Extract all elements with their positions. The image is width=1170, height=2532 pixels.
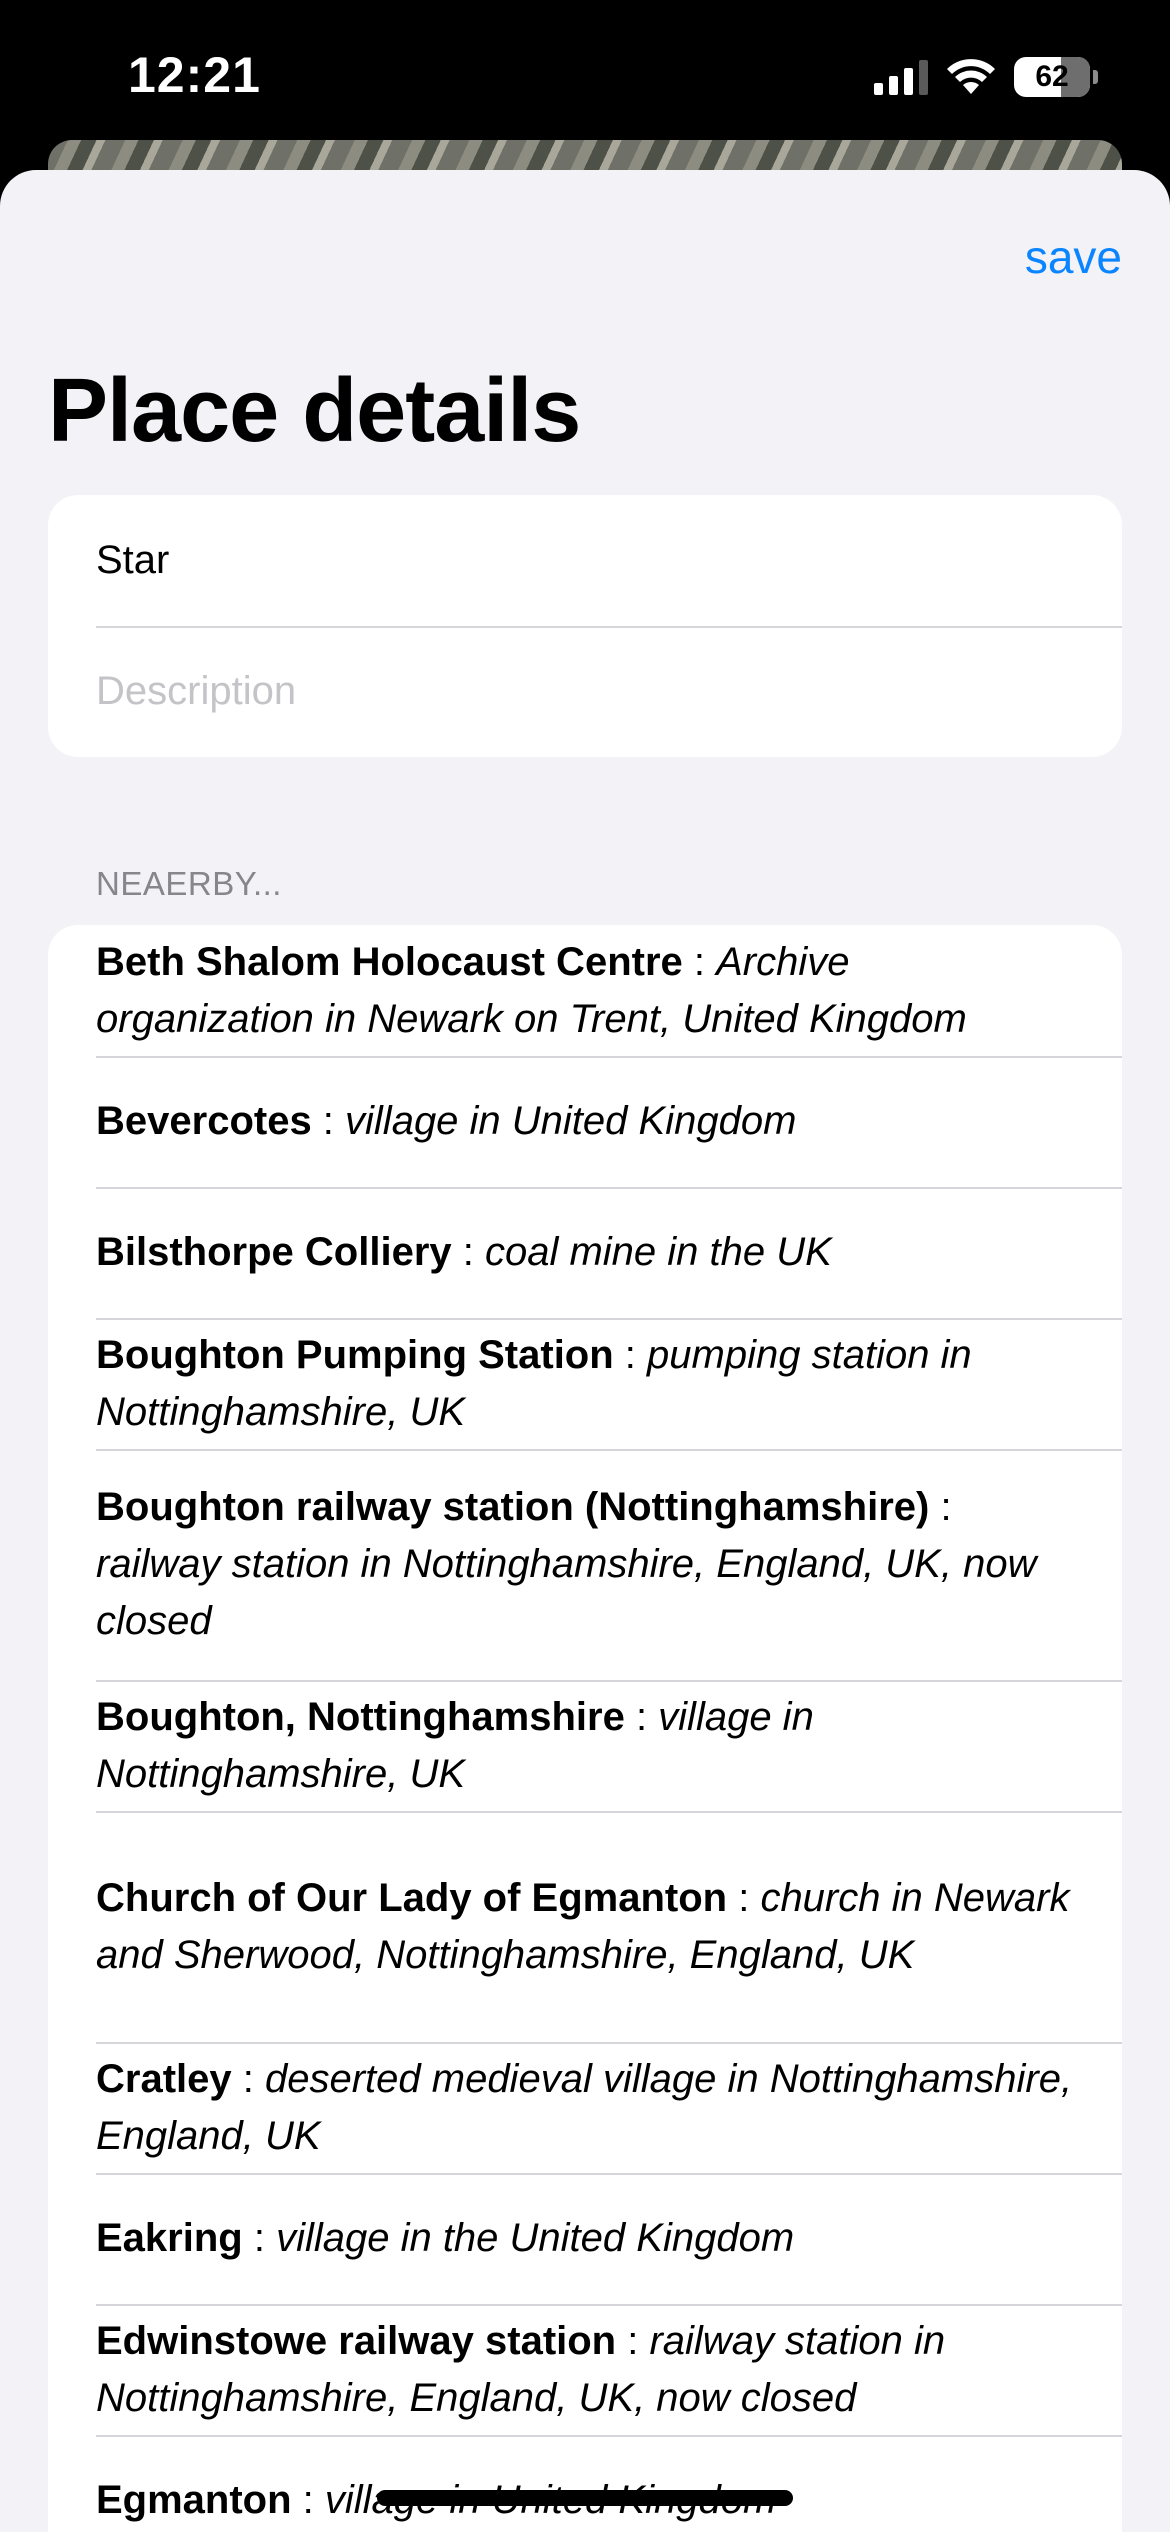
cellular-signal-icon [874,59,928,95]
list-item[interactable]: Cratley : deserted medieval village in N… [48,2042,1122,2173]
place-details-sheet: save Place details NEAERBY... Beth Shalo… [0,170,1170,2532]
wifi-icon [947,59,995,94]
place-name: Edwinstowe railway station [96,2318,617,2363]
place-description: coal mine in the UK [484,1230,832,1274]
status-icons: 62 [874,52,1098,102]
status-bar: 12:21 62 [0,0,1170,150]
place-name: Egmanton [96,2478,292,2522]
place-name: Beth Shalom Holocaust Centre [96,939,683,984]
page-title: Place details [48,361,581,461]
list-item[interactable]: Egmanton : village in United Kingdom [48,2435,1122,2532]
list-item[interactable]: Eakring : village in the United Kingdom [48,2173,1122,2304]
list-item[interactable]: Bevercotes : village in United Kingdom [48,1056,1122,1187]
screen: 12:21 62 save Place details Star Descrip… [0,0,1170,2532]
description-field[interactable] [96,669,1122,714]
place-name: Boughton, Nottinghamshire [96,1694,625,1739]
list-item[interactable]: Bilsthorpe Colliery : coal mine in the U… [48,1187,1122,1318]
name-field[interactable] [96,538,1122,583]
list-item[interactable]: Boughton, Nottinghamshire : village in N… [48,1680,1122,1811]
status-time: 12:21 [128,47,261,103]
place-name: Bilsthorpe Colliery [96,1230,452,1274]
place-description: village in United Kingdom [345,1099,797,1143]
nearby-list: Beth Shalom Holocaust Centre : Archive o… [48,925,1122,2532]
place-name: Bevercotes [96,1099,312,1143]
place-name: Cratley [96,2056,232,2101]
list-item[interactable]: Boughton Pumping Station : pumping stati… [48,1318,1122,1449]
place-name: Church of Our Lady of Egmanton [96,1875,728,1920]
place-form [48,495,1122,757]
place-name: Eakring [96,2216,243,2260]
place-description: railway station in Nottinghamshire, Engl… [96,1542,1037,1643]
save-button[interactable]: save [1025,230,1122,284]
list-item[interactable]: Edwinstowe railway station : railway sta… [48,2304,1122,2435]
name-row [48,495,1122,626]
battery-icon: 62 [1014,57,1098,97]
battery-level: 62 [1035,60,1069,93]
place-name: Boughton Pumping Station [96,1332,614,1377]
list-item[interactable]: Boughton railway station (Nottinghamshir… [48,1449,1122,1680]
place-name: Boughton railway station (Nottinghamshir… [96,1485,930,1529]
list-item[interactable]: Beth Shalom Holocaust Centre : Archive o… [48,925,1122,1056]
home-indicator[interactable] [377,2490,793,2506]
place-description: village in the United Kingdom [276,2216,795,2260]
nearby-section-header: NEAERBY... [96,865,282,902]
list-item[interactable]: Church of Our Lady of Egmanton : church … [48,1811,1122,2042]
description-row [48,626,1122,757]
